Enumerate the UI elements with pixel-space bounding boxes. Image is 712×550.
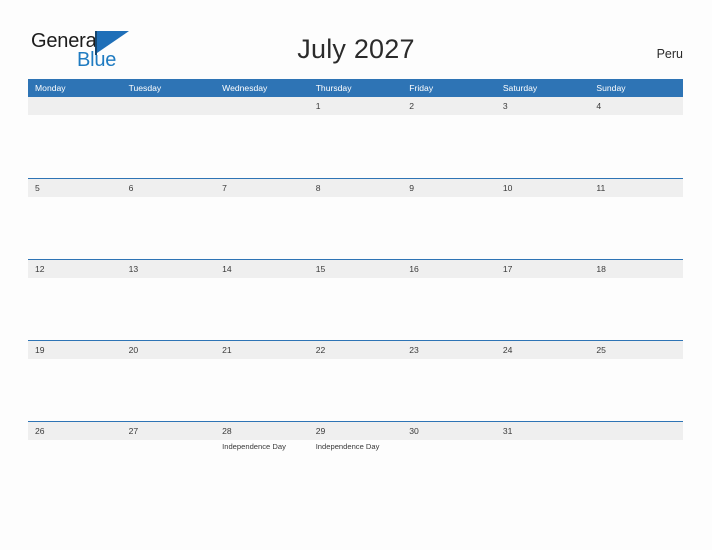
day-number: 25 — [596, 345, 606, 355]
day-number: 15 — [315, 264, 326, 274]
weekday-header-row: Monday Tuesday Wednesday Thursday Friday Satu… — [28, 79, 683, 97]
day-cell-27[interactable]: 27 — [122, 422, 216, 503]
day-cell-15[interactable]: 15 — [309, 260, 403, 341]
week-day-cells: 1 2 3 4 — [28, 97, 683, 178]
day-number: 11 — [596, 183, 606, 193]
day-number: 21 — [222, 345, 232, 355]
day-cell-empty — [589, 422, 683, 503]
day-number: 29 — [315, 426, 326, 436]
day-number: 20 — [128, 345, 139, 355]
day-cell-25[interactable]: 25 — [589, 341, 683, 422]
day-cell-7[interactable]: 7 — [215, 179, 309, 260]
day-cell-23[interactable]: 23 — [402, 341, 496, 422]
calendar-week-row: 1 2 3 4 — [28, 97, 683, 178]
general-blue-logo[interactable]: General Blue — [31, 30, 141, 72]
day-number: 31 — [502, 426, 513, 436]
day-number: 14 — [222, 264, 232, 274]
day-cell-12[interactable]: 12 — [28, 260, 122, 341]
calendar-week-row: 5 6 7 8 9 10 11 — [28, 178, 683, 259]
day-cell-22[interactable]: 22 — [309, 341, 403, 422]
day-number: 1 — [315, 101, 321, 111]
day-cell-31[interactable]: 31 — [496, 422, 590, 503]
calendar-week-row: 19 20 21 22 23 24 25 — [28, 340, 683, 421]
day-number: 27 — [128, 426, 139, 436]
day-cell-17[interactable]: 17 — [496, 260, 590, 341]
day-cell-10[interactable]: 10 — [496, 179, 590, 260]
day-cell-30[interactable]: 30 — [402, 422, 496, 503]
day-number: 12 — [35, 264, 45, 274]
week-day-cells: 12 13 14 15 16 17 18 — [28, 260, 683, 341]
day-number: 22 — [315, 345, 326, 355]
calendar-week-row: 12 13 14 15 16 17 18 — [28, 259, 683, 340]
day-cell-3[interactable]: 3 — [496, 97, 590, 178]
country-label: Peru — [656, 47, 683, 61]
calendar-weeks: 1 2 3 4 5 6 7 8 9 10 11 12 13 14 15 16 17 18 19 20 21 22 23 24 2… — [28, 97, 683, 502]
calendar-grid: Monday Tuesday Wednesday Thursday Friday Satu… — [28, 79, 683, 502]
day-cell-21[interactable]: 21 — [215, 341, 309, 422]
calendar-week-row: 26 27 28 Independence Day 29 Independence Day… — [28, 421, 683, 502]
day-cell-9[interactable]: 9 — [402, 179, 496, 260]
day-cell-8[interactable]: 8 — [309, 179, 403, 260]
day-number: 9 — [409, 183, 415, 193]
day-number: 8 — [315, 183, 321, 193]
holiday-label: Independence Day — [315, 442, 380, 451]
day-events: Independence Day — [316, 441, 404, 452]
day-number: 5 — [35, 183, 40, 193]
weekday-header-tuesday: Tuesday — [128, 83, 162, 93]
week-day-cells: 19 20 21 22 23 24 25 — [28, 341, 683, 422]
day-cell-28[interactable]: 28 Independence Day — [215, 422, 309, 503]
day-number: 6 — [128, 183, 134, 193]
day-cell-11[interactable]: 11 — [589, 179, 683, 260]
logo-text-blue: Blue — [77, 49, 117, 71]
weekday-header-wednesday: Wednesday — [222, 83, 268, 93]
day-cell-26[interactable]: 26 — [28, 422, 122, 503]
day-number: 19 — [35, 345, 45, 355]
day-cell-20[interactable]: 20 — [122, 341, 216, 422]
weekday-header-sunday: Sunday — [596, 83, 626, 93]
day-number: 3 — [502, 101, 508, 111]
day-events: Independence Day — [222, 441, 310, 452]
day-number: 13 — [128, 264, 139, 274]
day-cell-empty — [28, 97, 122, 178]
day-number: 26 — [35, 426, 45, 436]
day-cell-29[interactable]: 29 Independence Day — [309, 422, 403, 503]
day-number: 4 — [596, 101, 602, 111]
week-day-cells: 5 6 7 8 9 10 11 — [28, 179, 683, 260]
day-number: 30 — [409, 426, 419, 436]
day-number: 17 — [502, 264, 513, 274]
day-number: 23 — [409, 345, 419, 355]
day-number: 16 — [409, 264, 419, 274]
day-number: 28 — [222, 426, 232, 436]
page-title: July 2027 — [297, 34, 415, 64]
day-number: 10 — [502, 183, 513, 193]
day-number: 2 — [409, 101, 415, 111]
day-number: 7 — [222, 183, 227, 193]
weekday-header-thursday: Thursday — [315, 83, 352, 93]
holiday-label: Independence Day — [222, 442, 286, 451]
day-cell-1[interactable]: 1 — [309, 97, 403, 178]
day-cell-19[interactable]: 19 — [28, 341, 122, 422]
weekday-header-friday: Friday — [409, 83, 434, 93]
day-cell-18[interactable]: 18 — [589, 260, 683, 341]
day-cell-empty — [215, 97, 309, 178]
day-cell-6[interactable]: 6 — [122, 179, 216, 260]
day-number: 24 — [502, 345, 513, 355]
day-cell-4[interactable]: 4 — [589, 97, 683, 178]
day-cell-empty — [122, 97, 216, 178]
day-cell-13[interactable]: 13 — [122, 260, 216, 341]
day-cell-24[interactable]: 24 — [496, 341, 590, 422]
page-header: General Blue July 2027 Peru — [0, 0, 712, 79]
day-cell-2[interactable]: 2 — [402, 97, 496, 178]
week-day-cells: 26 27 28 Independence Day 29 Independence Day… — [28, 422, 683, 503]
day-cell-16[interactable]: 16 — [402, 260, 496, 341]
day-number: 18 — [596, 264, 606, 274]
weekday-header-monday: Monday — [35, 83, 66, 93]
weekday-header-saturday: Saturday — [502, 83, 538, 93]
day-cell-14[interactable]: 14 — [215, 260, 309, 341]
day-cell-5[interactable]: 5 — [28, 179, 122, 260]
